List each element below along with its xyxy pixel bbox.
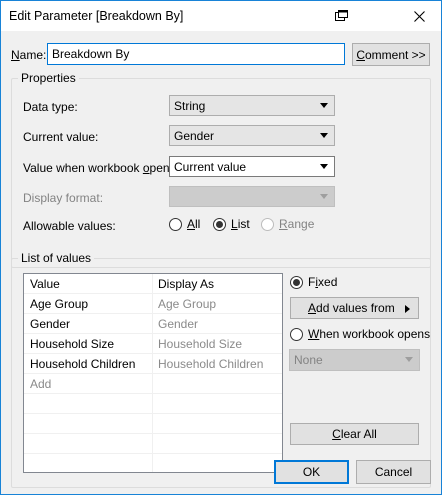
close-button[interactable]	[397, 1, 441, 31]
row-value: Gender	[30, 317, 71, 331]
current-value-label: Current value:	[23, 130, 99, 144]
column-header-value: Value	[30, 277, 60, 291]
display-format-label: Display format:	[23, 191, 104, 205]
chevron-right-icon	[405, 305, 410, 313]
when-workbook-opens-select[interactable]: Current value	[169, 156, 335, 177]
allowable-all-radio[interactable]: All	[169, 217, 200, 231]
row-display-as: Household Size	[158, 337, 243, 351]
row-display-as: Age Group	[158, 297, 217, 311]
radio-checked-icon	[213, 217, 226, 231]
when-workbook-opens-radio[interactable]: When workbook opens	[290, 327, 430, 341]
title-bar: Edit Parameter [Breakdown By]	[1, 1, 441, 31]
dialog-body: Name: Comment >> Properties Data type: S…	[1, 31, 441, 494]
allowable-values-label: Allowable values:	[23, 219, 116, 233]
edit-parameter-dialog: Edit Parameter [Breakdown By] Name: Comm…	[0, 0, 442, 495]
row-value: Age Group	[30, 297, 89, 311]
row-value: Household Children	[30, 357, 136, 371]
table-row[interactable]: Gender Gender	[24, 314, 282, 334]
data-type-label: Data type:	[23, 100, 78, 114]
row-display-as: Gender	[158, 317, 199, 331]
name-input[interactable]	[47, 43, 345, 65]
row-value: Household Size	[30, 337, 115, 351]
when-workbook-opens-label: Value when workbook opens:	[23, 161, 179, 175]
column-header-display-as: Display As	[158, 277, 215, 291]
empty-row	[24, 414, 282, 434]
add-values-from-button[interactable]: Add values from	[290, 297, 419, 319]
empty-row	[24, 394, 282, 414]
chevron-down-icon	[320, 103, 328, 108]
window-restore-icon[interactable]	[335, 10, 348, 21]
name-label: Name:	[11, 48, 47, 62]
radio-icon	[290, 327, 303, 341]
comment-button[interactable]: Comment >>	[352, 43, 430, 66]
row-display-as: Household Children	[158, 357, 264, 371]
table-row[interactable]: Household Size Household Size	[24, 334, 282, 354]
list-of-values-title: List of values	[18, 251, 95, 265]
close-icon	[413, 10, 425, 22]
allowable-range-radio: Range	[261, 217, 314, 231]
values-table: Value Display As Age Group Age Group Gen…	[23, 273, 283, 473]
ok-button[interactable]: OK	[274, 460, 349, 484]
display-format-select	[169, 186, 335, 207]
allowable-list-radio[interactable]: List	[213, 217, 250, 231]
properties-group-title: Properties	[18, 71, 79, 85]
chevron-down-icon	[405, 357, 413, 362]
radio-checked-icon	[290, 275, 303, 289]
add-placeholder: Add	[30, 377, 52, 391]
current-value-select[interactable]: Gender	[169, 125, 335, 146]
radio-icon	[261, 217, 274, 231]
chevron-down-icon	[320, 194, 328, 199]
chevron-down-icon	[320, 133, 328, 138]
none-select: None	[289, 349, 420, 371]
table-header: Value Display As	[24, 274, 282, 294]
add-row[interactable]: Add	[24, 374, 282, 394]
radio-icon	[169, 217, 182, 231]
table-row[interactable]: Household Children Household Children	[24, 354, 282, 374]
empty-row	[24, 434, 282, 454]
empty-row	[24, 454, 282, 474]
table-row[interactable]: Age Group Age Group	[24, 294, 282, 314]
chevron-down-icon	[320, 164, 328, 169]
clear-all-button[interactable]: Clear All	[290, 423, 419, 445]
data-type-select[interactable]: String	[169, 95, 335, 116]
fixed-radio[interactable]: Fixed	[290, 275, 337, 289]
cancel-button[interactable]: Cancel	[356, 460, 431, 484]
window-title: Edit Parameter [Breakdown By]	[9, 9, 184, 23]
